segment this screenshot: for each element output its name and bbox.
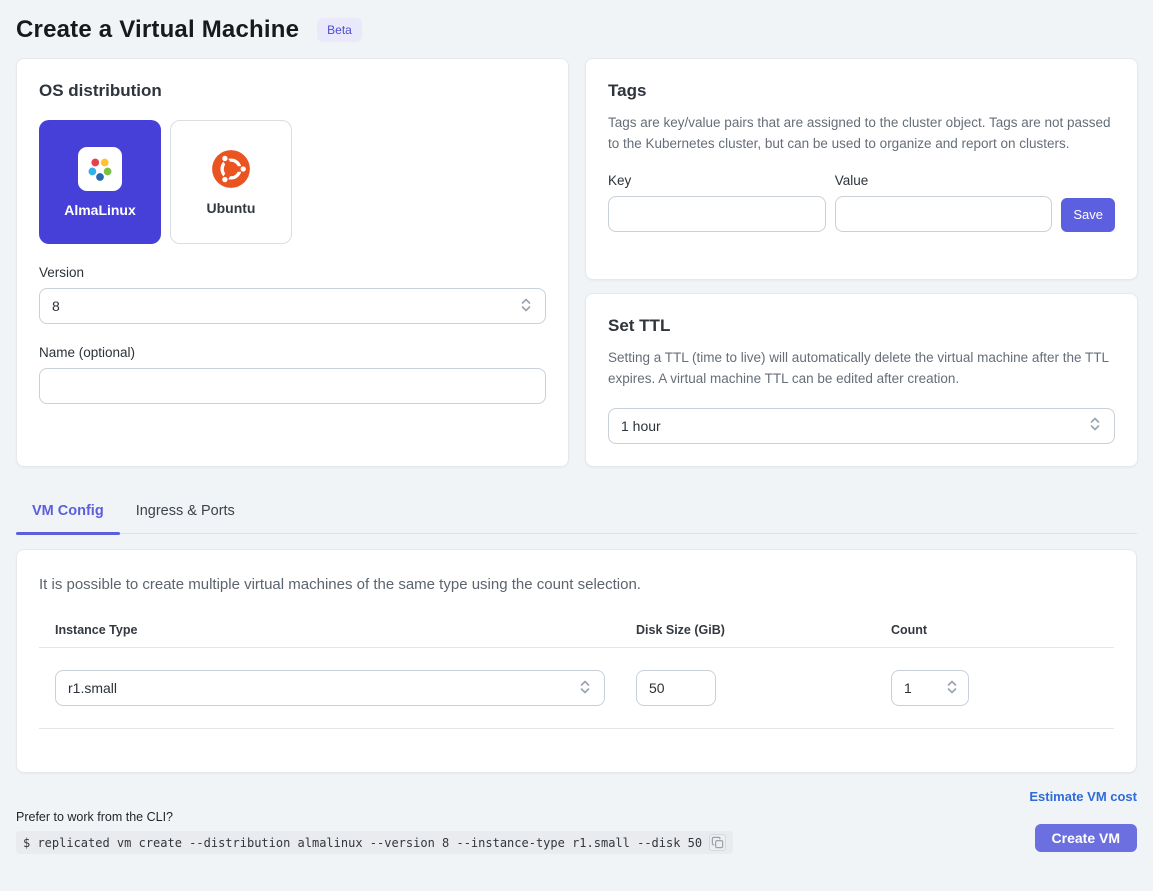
ttl-select[interactable]: 1 hour — [608, 408, 1115, 444]
disk-size-input[interactable] — [636, 670, 716, 706]
version-label: Version — [39, 265, 546, 280]
tag-key-label: Key — [608, 173, 826, 188]
cli-command: $ replicated vm create --distribution al… — [23, 836, 702, 850]
ttl-select-value: 1 hour — [621, 418, 661, 434]
divider — [39, 647, 1114, 648]
divider — [39, 728, 1114, 729]
column-count: Count — [891, 623, 1114, 637]
tag-key-input[interactable] — [608, 196, 826, 232]
column-instance-type: Instance Type — [55, 623, 636, 637]
count-value: 1 — [904, 680, 912, 696]
cli-prompt-label: Prefer to work from the CLI? — [16, 810, 733, 824]
tag-fields-row: Key Value Save — [608, 173, 1115, 232]
instance-type-value: r1.small — [68, 680, 117, 696]
tab-vm-config[interactable]: VM Config — [16, 493, 120, 533]
tag-value-field: Value — [835, 173, 1053, 232]
os-tile-ubuntu[interactable]: Ubuntu — [170, 120, 292, 244]
almalinux-icon — [78, 147, 122, 191]
config-tabs: VM Config Ingress & Ports — [16, 493, 1137, 534]
os-card-title: OS distribution — [39, 81, 546, 101]
tab-ingress-ports[interactable]: Ingress & Ports — [120, 493, 251, 533]
tag-value-label: Value — [835, 173, 1053, 188]
tag-key-field: Key — [608, 173, 826, 232]
vm-name-input[interactable] — [39, 368, 546, 404]
set-ttl-card: Set TTL Setting a TTL (time to live) wil… — [585, 293, 1138, 467]
beta-badge: Beta — [317, 18, 362, 42]
ttl-card-title: Set TTL — [608, 316, 1115, 336]
vm-config-description: It is possible to create multiple virtua… — [39, 576, 1114, 593]
top-card-grid: OS distribution AlmaLinux — [16, 58, 1137, 467]
version-select[interactable]: 8 — [39, 288, 546, 324]
vm-table-header: Instance Type Disk Size (GiB) Count — [39, 623, 1114, 637]
ttl-description: Setting a TTL (time to live) will automa… — [608, 348, 1115, 390]
os-tile-label: Ubuntu — [207, 200, 256, 216]
page-header: Create a Virtual Machine Beta — [16, 16, 1137, 44]
vm-table-row: r1.small 1 — [39, 670, 1114, 706]
os-distribution-card: OS distribution AlmaLinux — [16, 58, 569, 467]
count-stepper[interactable]: 1 — [891, 670, 969, 706]
tags-card: Tags Tags are key/value pairs that are a… — [585, 58, 1138, 280]
create-vm-page: Create a Virtual Machine Beta OS distrib… — [0, 0, 1153, 891]
select-chevron-icon — [578, 679, 592, 698]
estimate-row: Estimate VM cost — [16, 789, 1137, 804]
version-select-value: 8 — [52, 298, 60, 314]
select-chevron-icon — [519, 297, 533, 316]
os-tile-almalinux[interactable]: AlmaLinux — [39, 120, 161, 244]
os-tiles: AlmaLinux — [39, 120, 546, 244]
tag-value-input[interactable] — [835, 196, 1053, 232]
tags-description: Tags are key/value pairs that are assign… — [608, 113, 1115, 155]
stepper-icon[interactable] — [945, 678, 959, 699]
create-vm-button[interactable]: Create VM — [1035, 824, 1137, 852]
cli-block: Prefer to work from the CLI? $ replicate… — [16, 810, 733, 854]
footer-row: Prefer to work from the CLI? $ replicate… — [16, 810, 1137, 854]
vm-config-card: It is possible to create multiple virtua… — [16, 549, 1137, 773]
page-title: Create a Virtual Machine — [16, 16, 299, 44]
os-tile-label: AlmaLinux — [64, 202, 136, 218]
save-tag-button[interactable]: Save — [1061, 198, 1115, 232]
right-column: Tags Tags are key/value pairs that are a… — [585, 58, 1138, 467]
estimate-vm-cost-link[interactable]: Estimate VM cost — [1029, 789, 1137, 804]
instance-type-select[interactable]: r1.small — [55, 670, 605, 706]
copy-icon[interactable] — [709, 834, 726, 851]
vm-name-label: Name (optional) — [39, 345, 546, 360]
cli-command-bar: $ replicated vm create --distribution al… — [16, 831, 733, 854]
tags-card-title: Tags — [608, 81, 1115, 101]
select-chevron-icon — [1088, 416, 1102, 435]
column-disk-size: Disk Size (GiB) — [636, 623, 891, 637]
ubuntu-icon — [211, 149, 251, 189]
